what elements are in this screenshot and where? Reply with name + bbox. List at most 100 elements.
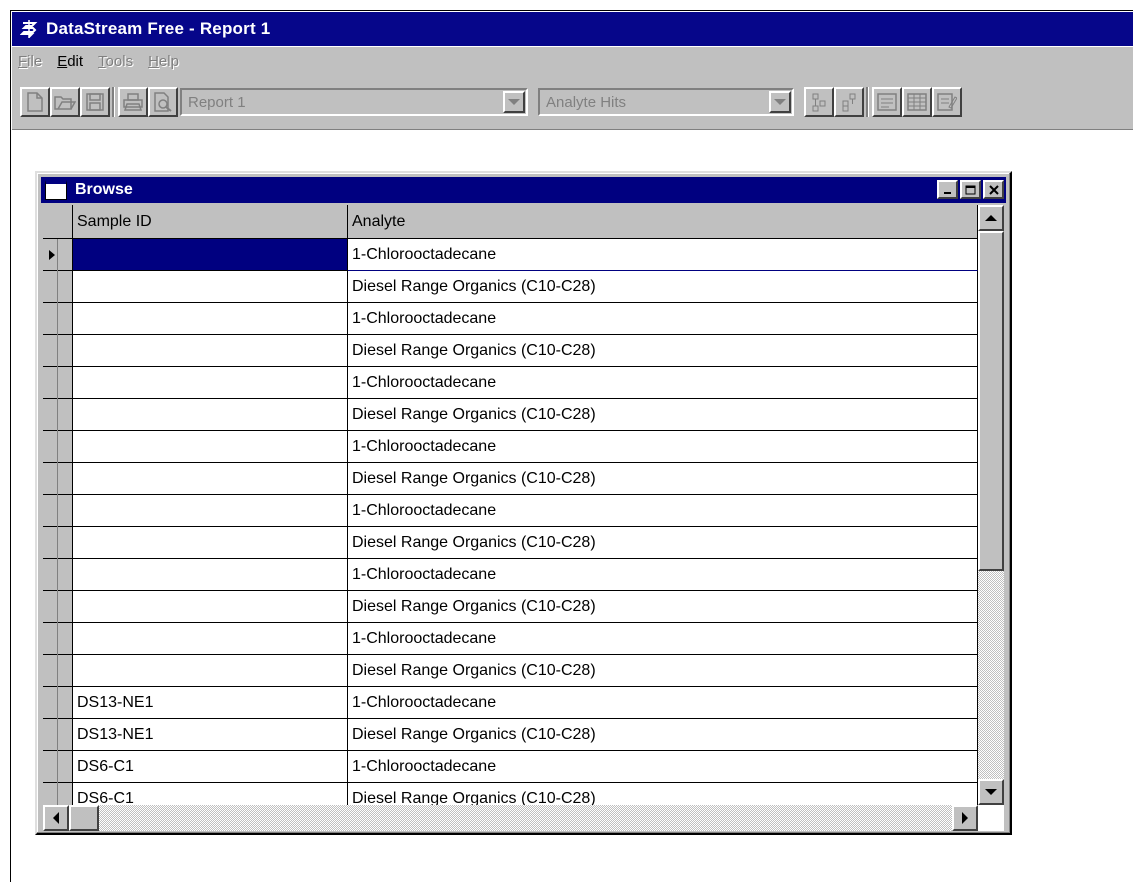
cell-sample-id[interactable] [73,335,348,367]
column-header-sample-id[interactable]: Sample ID [73,205,348,238]
cell-sample-id[interactable] [73,271,348,303]
table-row[interactable]: 1-Chlorooctadecane [43,495,978,527]
table-row[interactable]: DS13-NE1 1-Chlorooctadecane [43,687,978,719]
cell-sample-id[interactable] [73,623,348,655]
vertical-scroll-thumb[interactable] [978,231,1004,571]
save-button[interactable] [80,87,110,117]
cell-analyte[interactable]: 1-Chlorooctadecane [348,239,978,271]
cell-sample-id[interactable]: DS6-C1 [73,783,348,805]
scroll-right-button[interactable] [952,805,978,831]
table-row[interactable]: Diesel Range Organics (C10-C28) [43,655,978,687]
minimize-button[interactable] [937,180,958,199]
cell-sample-id[interactable]: DS13-NE1 [73,687,348,719]
row-selector[interactable] [43,527,73,559]
scroll-left-button[interactable] [43,805,69,831]
cell-analyte[interactable]: Diesel Range Organics (C10-C28) [348,655,978,687]
row-selector[interactable] [43,431,73,463]
table-row[interactable]: Diesel Range Organics (C10-C28) [43,335,978,367]
cell-sample-id[interactable] [73,559,348,591]
row-selector[interactable] [43,303,73,335]
cell-analyte[interactable]: 1-Chlorooctadecane [348,751,978,783]
move-up-button[interactable] [834,87,864,117]
horizontal-scrollbar[interactable] [43,805,978,831]
query-select[interactable]: Analyte Hits [538,88,794,116]
row-selector[interactable] [43,591,73,623]
cell-sample-id[interactable] [73,239,348,271]
grid-view-button[interactable] [902,87,932,117]
form-view-button[interactable] [872,87,902,117]
report-select-dropdown-button[interactable] [503,91,525,113]
cell-analyte[interactable]: 1-Chlorooctadecane [348,431,978,463]
row-selector[interactable] [43,463,73,495]
table-row[interactable]: 1-Chlorooctadecane [43,303,978,335]
row-selector[interactable] [43,239,73,271]
table-row[interactable]: DS13-NE1 Diesel Range Organics (C10-C28) [43,719,978,751]
menu-help[interactable]: Help [142,53,188,70]
table-row[interactable]: 1-Chlorooctadecane [43,623,978,655]
cell-sample-id[interactable] [73,463,348,495]
table-row[interactable]: 1-Chlorooctadecane [43,559,978,591]
cell-sample-id[interactable] [73,303,348,335]
scroll-down-button[interactable] [978,779,1004,805]
row-selector[interactable] [43,559,73,591]
table-row[interactable]: Diesel Range Organics (C10-C28) [43,463,978,495]
cell-analyte[interactable]: 1-Chlorooctadecane [348,623,978,655]
table-row[interactable]: DS6-C1 Diesel Range Organics (C10-C28) [43,783,978,805]
row-selector[interactable] [43,783,73,805]
row-selector[interactable] [43,495,73,527]
cell-sample-id[interactable] [73,495,348,527]
cell-sample-id[interactable] [73,431,348,463]
scroll-up-button[interactable] [978,205,1004,231]
table-row[interactable]: Diesel Range Organics (C10-C28) [43,527,978,559]
row-selector[interactable] [43,367,73,399]
table-row[interactable]: 1-Chlorooctadecane [43,239,978,271]
cell-analyte[interactable]: 1-Chlorooctadecane [348,559,978,591]
cell-analyte[interactable]: Diesel Range Organics (C10-C28) [348,463,978,495]
menu-edit[interactable]: Edit [51,53,92,70]
row-selector[interactable] [43,719,73,751]
cell-sample-id[interactable] [73,591,348,623]
cell-analyte[interactable]: 1-Chlorooctadecane [348,687,978,719]
row-selector[interactable] [43,271,73,303]
table-row[interactable]: DS6-C1 1-Chlorooctadecane [43,751,978,783]
cell-analyte[interactable]: Diesel Range Organics (C10-C28) [348,783,978,805]
cell-analyte[interactable]: Diesel Range Organics (C10-C28) [348,335,978,367]
row-selector[interactable] [43,335,73,367]
table-row[interactable]: Diesel Range Organics (C10-C28) [43,271,978,303]
cell-sample-id[interactable]: DS13-NE1 [73,719,348,751]
row-selector[interactable] [43,623,73,655]
maximize-button[interactable] [960,180,981,199]
row-selector[interactable] [43,399,73,431]
cell-analyte[interactable]: 1-Chlorooctadecane [348,495,978,527]
move-down-button[interactable] [804,87,834,117]
vertical-scrollbar[interactable] [978,205,1004,805]
row-selector[interactable] [43,655,73,687]
cell-analyte[interactable]: 1-Chlorooctadecane [348,367,978,399]
open-button[interactable] [50,87,80,117]
cell-analyte[interactable]: 1-Chlorooctadecane [348,303,978,335]
cell-analyte[interactable]: Diesel Range Organics (C10-C28) [348,271,978,303]
table-row[interactable]: 1-Chlorooctadecane [43,431,978,463]
close-button[interactable] [983,180,1004,199]
cell-analyte[interactable]: Diesel Range Organics (C10-C28) [348,399,978,431]
cell-analyte[interactable]: Diesel Range Organics (C10-C28) [348,719,978,751]
print-button[interactable] [118,87,148,117]
cell-analyte[interactable]: Diesel Range Organics (C10-C28) [348,591,978,623]
cell-analyte[interactable]: Diesel Range Organics (C10-C28) [348,527,978,559]
table-row[interactable]: 1-Chlorooctadecane [43,367,978,399]
cell-sample-id[interactable] [73,399,348,431]
column-header-analyte[interactable]: Analyte [348,205,978,238]
report-select[interactable]: Report 1 [180,88,528,116]
browse-title-bar[interactable]: Browse [41,177,1006,203]
new-document-button[interactable] [20,87,50,117]
menu-tools[interactable]: Tools [92,53,142,70]
title-bar[interactable]: DataStream Free - Report 1 [12,12,1133,46]
table-row[interactable]: Diesel Range Organics (C10-C28) [43,399,978,431]
query-select-dropdown-button[interactable] [769,91,791,113]
cell-sample-id[interactable] [73,655,348,687]
cell-sample-id[interactable] [73,367,348,399]
cell-sample-id[interactable]: DS6-C1 [73,751,348,783]
cell-sample-id[interactable] [73,527,348,559]
menu-file[interactable]: File [12,53,51,70]
horizontal-scroll-thumb[interactable] [69,805,99,831]
